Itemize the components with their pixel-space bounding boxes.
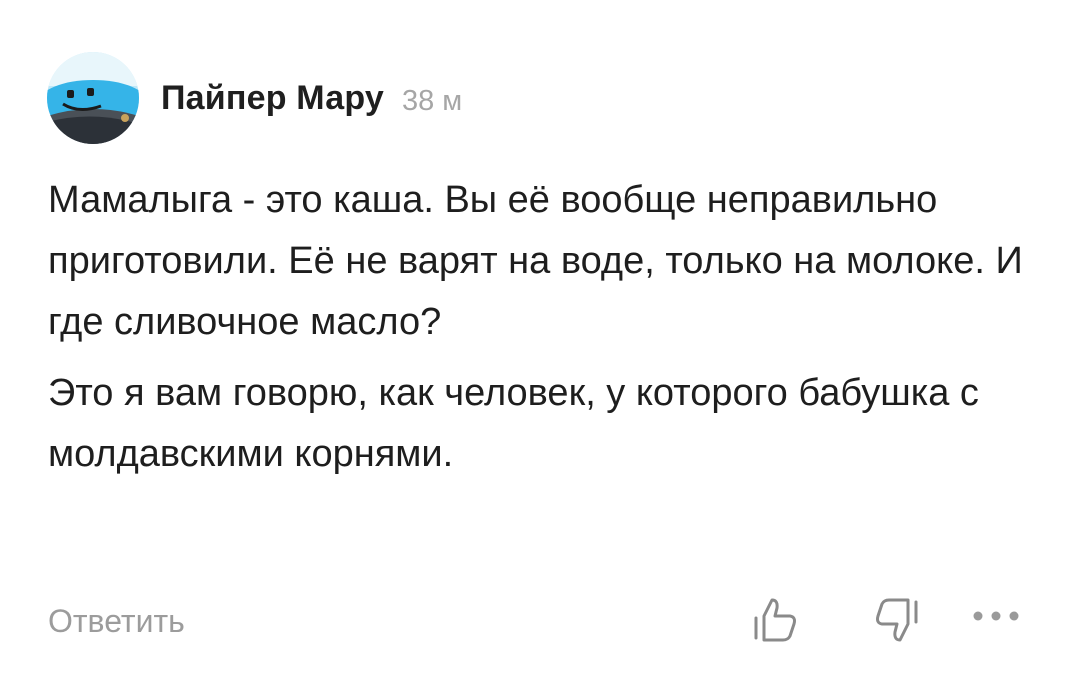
thumbs-up-icon [754, 598, 796, 642]
reply-button[interactable]: Ответить [48, 603, 185, 640]
like-button[interactable] [750, 594, 802, 646]
author-name[interactable]: Пайпер Мару [161, 79, 384, 118]
comment-body: Мамалыга - это каша. Вы её вообще неправ… [48, 170, 1048, 485]
comment-paragraph: Это я вам говорю, как человек, у которог… [48, 372, 979, 475]
more-options-button[interactable] [970, 608, 1022, 624]
comment-timestamp: 38 м [401, 84, 463, 117]
comment-actions: Ответить [48, 592, 1032, 652]
thumbs-down-icon [876, 598, 918, 642]
avatar-image [47, 52, 139, 144]
comment-card: Пайпер Мару 38 м Мамалыга - это каша. Вы… [0, 0, 1080, 673]
more-dots-icon [973, 611, 1019, 621]
avatar[interactable] [47, 52, 139, 144]
dislike-button[interactable] [870, 594, 922, 646]
comment-header: Пайпер Мару 38 м [47, 52, 462, 144]
comment-paragraph: Мамалыга - это каша. Вы её вообще неправ… [48, 179, 1023, 343]
